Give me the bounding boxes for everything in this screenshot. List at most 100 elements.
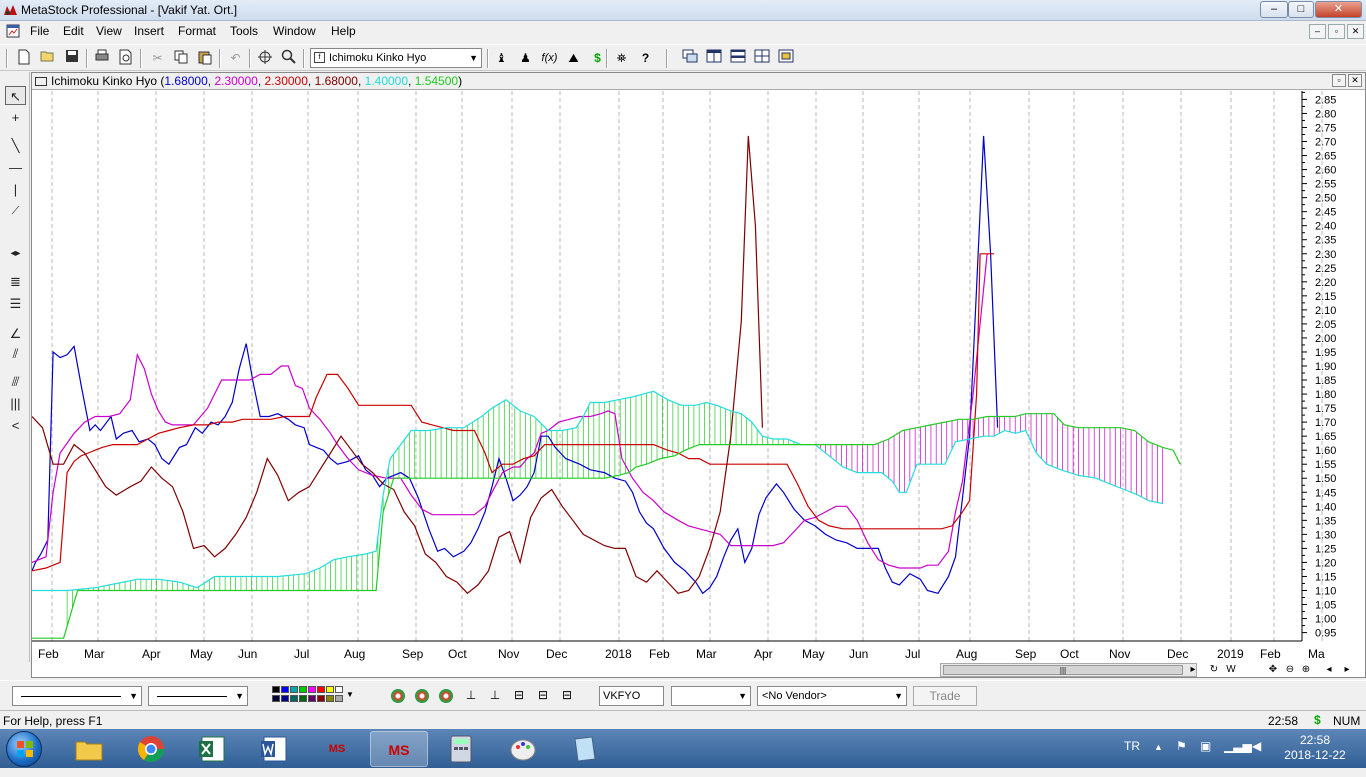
- taskbar-word-icon[interactable]: [246, 731, 304, 767]
- taskbar-paint-icon[interactable]: [494, 731, 552, 767]
- taskbar-metastock-icon[interactable]: MS: [370, 731, 428, 767]
- menu-insert[interactable]: Insert: [134, 24, 164, 38]
- tray-expand-icon[interactable]: ▲: [1154, 742, 1163, 752]
- print-icon[interactable]: [92, 49, 111, 68]
- speed-lines-tool-icon[interactable]: ⫻: [5, 372, 26, 391]
- timeframe-select[interactable]: ▼: [671, 686, 751, 706]
- scroll-arrows-icon[interactable]: ◂▸: [5, 244, 26, 263]
- next-icon[interactable]: ▸: [1340, 663, 1354, 677]
- system-tester-icon[interactable]: ♟: [516, 49, 535, 68]
- dollar-icon[interactable]: $: [588, 49, 607, 68]
- tray-signal-icon[interactable]: ▁▃▅: [1224, 739, 1252, 753]
- menu-view[interactable]: View: [96, 24, 122, 38]
- previous-icon[interactable]: ◂: [1322, 663, 1336, 677]
- binoculars-icon[interactable]: ⛯: [612, 49, 631, 68]
- undo-icon[interactable]: ↶: [226, 49, 245, 68]
- close-button[interactable]: ✕: [1315, 1, 1362, 18]
- cycle-lines-tool-icon[interactable]: |||: [5, 394, 26, 413]
- horizontal-scrollbar[interactable]: |||: [940, 663, 1197, 677]
- zoom-icon[interactable]: [279, 49, 298, 68]
- taskbar-explorer-icon[interactable]: [60, 731, 118, 767]
- minimize-button[interactable]: –: [1260, 1, 1288, 18]
- taskbar-chrome-icon[interactable]: [122, 731, 180, 767]
- chart-restore-button[interactable]: ▫: [1332, 74, 1346, 87]
- crosshair-icon[interactable]: [255, 49, 274, 68]
- arrange-icons-icon[interactable]: [776, 49, 795, 68]
- scrollbar-thumb[interactable]: |||: [943, 665, 1183, 675]
- menu-file[interactable]: File: [30, 24, 49, 38]
- cut-icon[interactable]: ✂: [148, 49, 167, 68]
- taskbar-notes-icon[interactable]: [556, 731, 614, 767]
- indicator-select[interactable]: f Ichimoku Kinko Hyo ▼: [310, 48, 482, 68]
- cascade-icon[interactable]: [680, 49, 699, 68]
- ichimoku-chart[interactable]: Feb Mar Apr May Jun Jul Aug Sep Oct Nov Dec 2018 Feb…: [32, 91, 1365, 677]
- chrome-like-icon-3[interactable]: [439, 689, 453, 703]
- y-tick-label: 2.60: [1315, 165, 1336, 177]
- tile-horizontal-icon[interactable]: [728, 49, 747, 68]
- channel-tool-icon[interactable]: ≣: [5, 272, 26, 291]
- print-preview-icon[interactable]: [116, 49, 135, 68]
- mdi-minimize-button[interactable]: –: [1309, 24, 1326, 39]
- language-indicator[interactable]: TR: [1124, 739, 1140, 753]
- paste-icon[interactable]: [195, 49, 214, 68]
- line-weight-select[interactable]: ▼: [148, 686, 248, 706]
- angle-tool-icon[interactable]: ∠: [5, 324, 26, 343]
- help-pointer-icon[interactable]: ?: [636, 49, 655, 68]
- panel-layout-icon-3[interactable]: ⊟: [559, 687, 575, 703]
- indicator-builder-icon[interactable]: f(x): [540, 49, 559, 68]
- line-style-select[interactable]: ▼: [12, 686, 142, 706]
- gann-fan-tool-icon[interactable]: ⫽: [5, 344, 26, 363]
- chrome-like-icon-2[interactable]: [415, 689, 429, 703]
- tray-volume-icon[interactable]: ◀: [1252, 739, 1261, 753]
- tray-flag-icon[interactable]: ⚑: [1176, 739, 1187, 753]
- tile-vertical-icon[interactable]: [704, 49, 723, 68]
- refresh-icon[interactable]: ↻: [1207, 663, 1221, 677]
- copy-icon[interactable]: [171, 49, 190, 68]
- regression-tool-icon[interactable]: ⟋: [5, 202, 26, 221]
- mdi-restore-button[interactable]: ▫: [1328, 24, 1345, 39]
- crosshair-tool-icon[interactable]: +: [5, 108, 26, 127]
- tray-device-icon[interactable]: ▣: [1200, 739, 1211, 753]
- scroll-right-icon[interactable]: ▸: [1186, 663, 1200, 677]
- bar-chart-icon[interactable]: ⊥: [463, 687, 479, 703]
- week-icon[interactable]: W: [1224, 663, 1238, 677]
- x-tick-label: Feb: [1260, 647, 1281, 661]
- vertical-line-tool-icon[interactable]: |: [5, 180, 26, 199]
- move-icon[interactable]: ✥: [1266, 663, 1280, 677]
- horizontal-line-tool-icon[interactable]: —: [5, 158, 26, 177]
- panel-layout-icon[interactable]: ⊟: [511, 687, 527, 703]
- symbol-field[interactable]: VKFYO: [599, 686, 664, 706]
- taskbar-calculator-icon[interactable]: [432, 731, 490, 767]
- arc-tool-icon[interactable]: <: [5, 416, 26, 435]
- taskbar-metastock-net-icon[interactable]: MS: [308, 731, 366, 767]
- chrome-like-icon[interactable]: [391, 689, 405, 703]
- taskbar-clock[interactable]: 22:58 2018-12-22: [1280, 733, 1350, 763]
- mdi-close-button[interactable]: ✕: [1347, 24, 1364, 39]
- taskbar-excel-icon[interactable]: [184, 731, 242, 767]
- save-icon[interactable]: [62, 49, 81, 68]
- new-icon[interactable]: [14, 49, 33, 68]
- expert-advisor-icon[interactable]: ♝: [492, 49, 511, 68]
- zoom-in-icon[interactable]: ⊕: [1299, 663, 1313, 677]
- document-icon[interactable]: [6, 24, 20, 38]
- explorer-icon[interactable]: ⛰: [564, 49, 583, 68]
- menu-edit[interactable]: Edit: [63, 24, 84, 38]
- color-palette[interactable]: ▼: [272, 686, 356, 706]
- fibonacci-tool-icon[interactable]: ☰: [5, 294, 26, 313]
- trendline-tool-icon[interactable]: ╲: [5, 136, 26, 155]
- pointer-tool-icon[interactable]: ↖: [5, 86, 26, 105]
- tile-grid-icon[interactable]: [752, 49, 771, 68]
- vendor-select[interactable]: <No Vendor> ▼: [757, 686, 907, 706]
- chart-close-button[interactable]: ✕: [1348, 74, 1362, 87]
- menu-format[interactable]: Format: [178, 24, 216, 38]
- panel-layout-icon-2[interactable]: ⊟: [535, 687, 551, 703]
- zoom-out-icon[interactable]: ⊖: [1283, 663, 1297, 677]
- open-icon[interactable]: [38, 49, 57, 68]
- candle-chart-icon[interactable]: ⊥: [487, 687, 503, 703]
- restore-button[interactable]: □: [1288, 1, 1314, 18]
- start-button[interactable]: [6, 731, 42, 767]
- menu-help[interactable]: Help: [331, 24, 356, 38]
- trade-button[interactable]: Trade: [913, 686, 977, 706]
- menu-tools[interactable]: Tools: [230, 24, 258, 38]
- menu-window[interactable]: Window: [273, 24, 316, 38]
